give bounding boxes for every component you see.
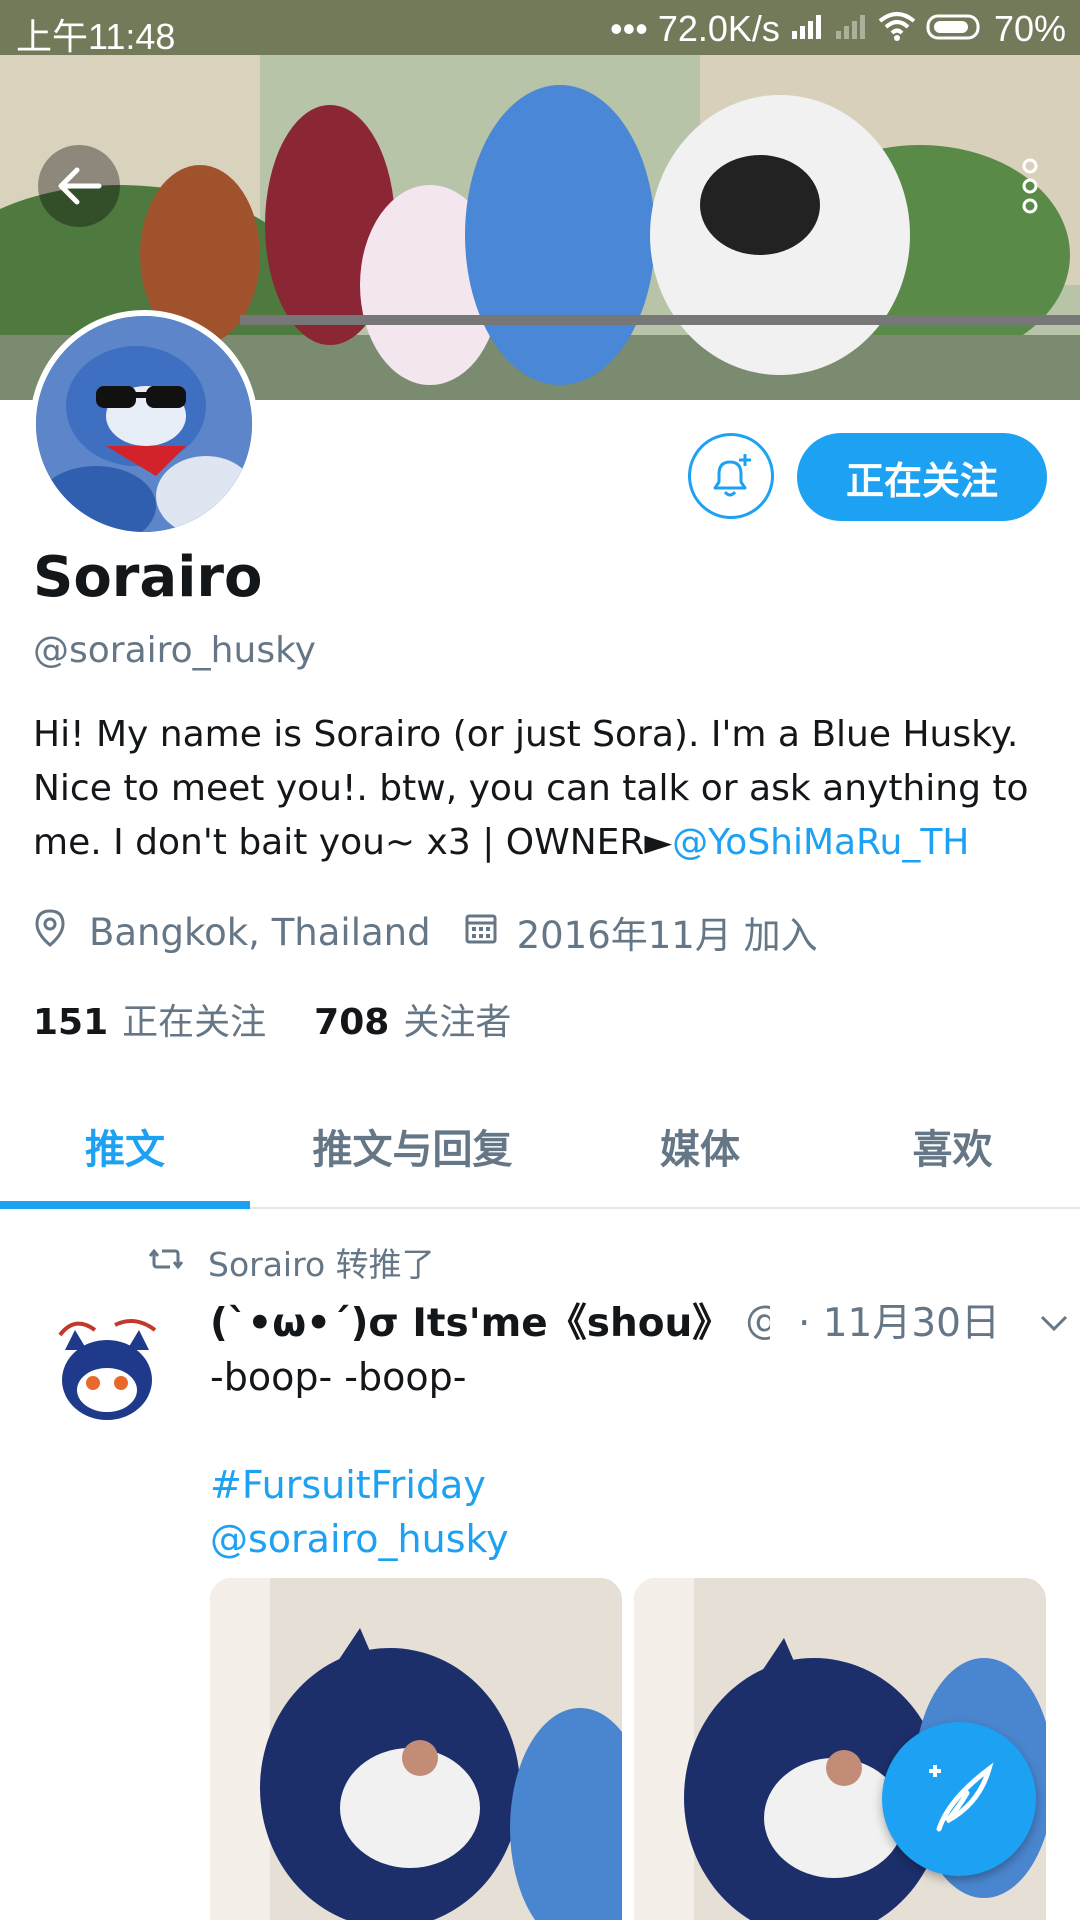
profile-meta: Bangkok, Thailand 2016年11月 加入 (33, 905, 818, 959)
retweet-icon (148, 1243, 184, 1282)
profile-tabs: 推文 推文与回复 媒体 喜欢 (0, 1085, 1080, 1209)
notifications-bell-button[interactable] (688, 433, 774, 519)
tweet-hashtag[interactable]: #FursuitFriday (210, 1458, 509, 1512)
tab-tweets-and-replies[interactable]: 推文与回复 (250, 1085, 575, 1207)
tweet-avatar-image (35, 1295, 185, 1445)
tweet-header: (ˋ•ω•ˊ)σ Its'me《shou》 @Tac... · 11月30日 (210, 1292, 1070, 1348)
followers-count: 708 (314, 1002, 390, 1043)
more-options-button[interactable] (1000, 145, 1060, 227)
tweet-media-1[interactable] (210, 1578, 622, 1920)
tab-tweets[interactable]: 推文 (0, 1085, 250, 1207)
status-time: 上午11:48 (16, 16, 176, 57)
tweet-text: -boop- -boop- (210, 1355, 467, 1399)
calendar-icon (463, 910, 499, 955)
dots-indicator: ••• (610, 8, 648, 49)
chevron-down-icon[interactable] (1038, 1298, 1070, 1343)
network-speed: 72.0K/s (657, 8, 780, 49)
tweet-mention[interactable]: @sorairo_husky (210, 1512, 509, 1566)
profile-location: Bangkok, Thailand (89, 910, 431, 954)
tweet-author-name[interactable]: (ˋ•ω•ˊ)σ Its'me《shou》 (210, 1292, 731, 1348)
back-button[interactable] (38, 145, 120, 227)
compose-tweet-button[interactable] (882, 1722, 1036, 1876)
wifi-icon (878, 8, 916, 50)
followers-label: 关注者 (403, 1002, 512, 1043)
tweet-author-handle[interactable]: @Tac... (745, 1298, 770, 1343)
following-label: 正在关注 (122, 1002, 267, 1043)
profile-bio: Hi! My name is Sorairo (or just Sora). I… (33, 708, 1043, 870)
bio-owner-link[interactable]: @YoShiMaRu_TH (672, 822, 969, 863)
profile-avatar[interactable] (30, 310, 258, 538)
status-bar: 上午11:48 ••• 72.0K/s 70% (0, 0, 1080, 57)
compose-feather-icon (929, 1762, 994, 1832)
battery-icon (926, 8, 984, 50)
arrow-left-icon (58, 167, 102, 205)
followers-stat[interactable]: 708 关注者 (314, 993, 511, 1045)
retweet-label: Sorairo 转推了 (208, 1245, 435, 1284)
profile-name: Sorairo (33, 545, 263, 610)
active-tab-indicator (0, 1201, 250, 1209)
location-icon (33, 908, 67, 957)
bell-plus-icon (713, 454, 751, 497)
profile-joined-date: 2016年11月 加入 (516, 914, 818, 957)
avatar-image (36, 316, 252, 532)
tweet-date: · 11月30日 (797, 1301, 1000, 1346)
signal-icon (790, 8, 824, 50)
profile-handle: @sorairo_husky (33, 630, 316, 671)
media-image-1 (210, 1578, 622, 1920)
tweet-author-avatar[interactable] (35, 1295, 185, 1445)
tweet-body: -boop- -boop- #FursuitFriday @sorairo_hu… (210, 1350, 509, 1566)
following-stat[interactable]: 151 正在关注 (33, 993, 266, 1045)
more-vertical-icon (1022, 158, 1038, 214)
signal-2-icon (834, 8, 868, 50)
tab-likes[interactable]: 喜欢 (825, 1085, 1080, 1207)
tab-media[interactable]: 媒体 (575, 1085, 825, 1207)
following-count: 151 (33, 1002, 109, 1043)
following-button[interactable]: 正在关注 (797, 433, 1047, 521)
profile-stats: 151 正在关注 708 关注者 (33, 993, 511, 1045)
retweet-context: Sorairo 转推了 (148, 1238, 435, 1286)
battery-percent: 70% (993, 8, 1066, 49)
